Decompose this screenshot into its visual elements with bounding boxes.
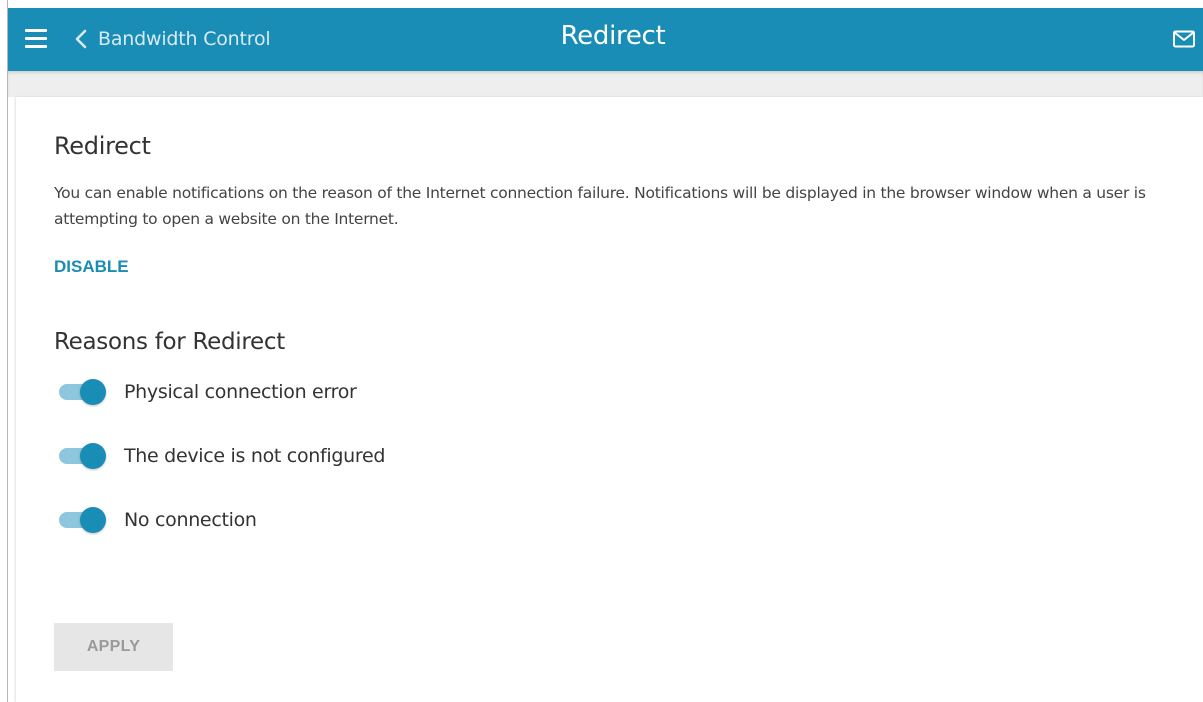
chevron-left-icon — [75, 29, 87, 49]
reason-row-physical-error: Physical connection error — [58, 377, 357, 407]
reason-row-no-connection: No connection — [58, 505, 257, 535]
reason-row-not-configured: The device is not configured — [58, 441, 385, 471]
reasons-title: Reasons for Redirect — [54, 329, 285, 355]
top-bar: Bandwidth Control Redirect — [8, 8, 1203, 71]
not-configured-toggle[interactable] — [58, 441, 108, 471]
no-connection-toggle[interactable] — [58, 505, 108, 535]
page-title: Redirect — [560, 21, 666, 51]
disable-button[interactable]: DISABLE — [54, 257, 129, 277]
reason-label: Physical connection error — [124, 381, 357, 403]
hamburger-icon[interactable] — [25, 28, 47, 48]
back-link-label: Bandwidth Control — [98, 28, 271, 50]
apply-button[interactable]: APPLY — [54, 623, 173, 671]
reason-label: No connection — [124, 509, 257, 531]
back-link[interactable]: Bandwidth Control — [72, 24, 271, 54]
section-description: You can enable notifications on the reas… — [54, 184, 1146, 228]
section-title: Redirect — [54, 132, 151, 160]
window-edge — [7, 0, 8, 702]
content-background — [8, 71, 1203, 97]
physical-error-toggle[interactable] — [58, 377, 108, 407]
app-window: Bandwidth Control Redirect Redirect You … — [0, 0, 1203, 702]
envelope-icon[interactable] — [1172, 29, 1196, 49]
reason-label: The device is not configured — [124, 445, 386, 467]
